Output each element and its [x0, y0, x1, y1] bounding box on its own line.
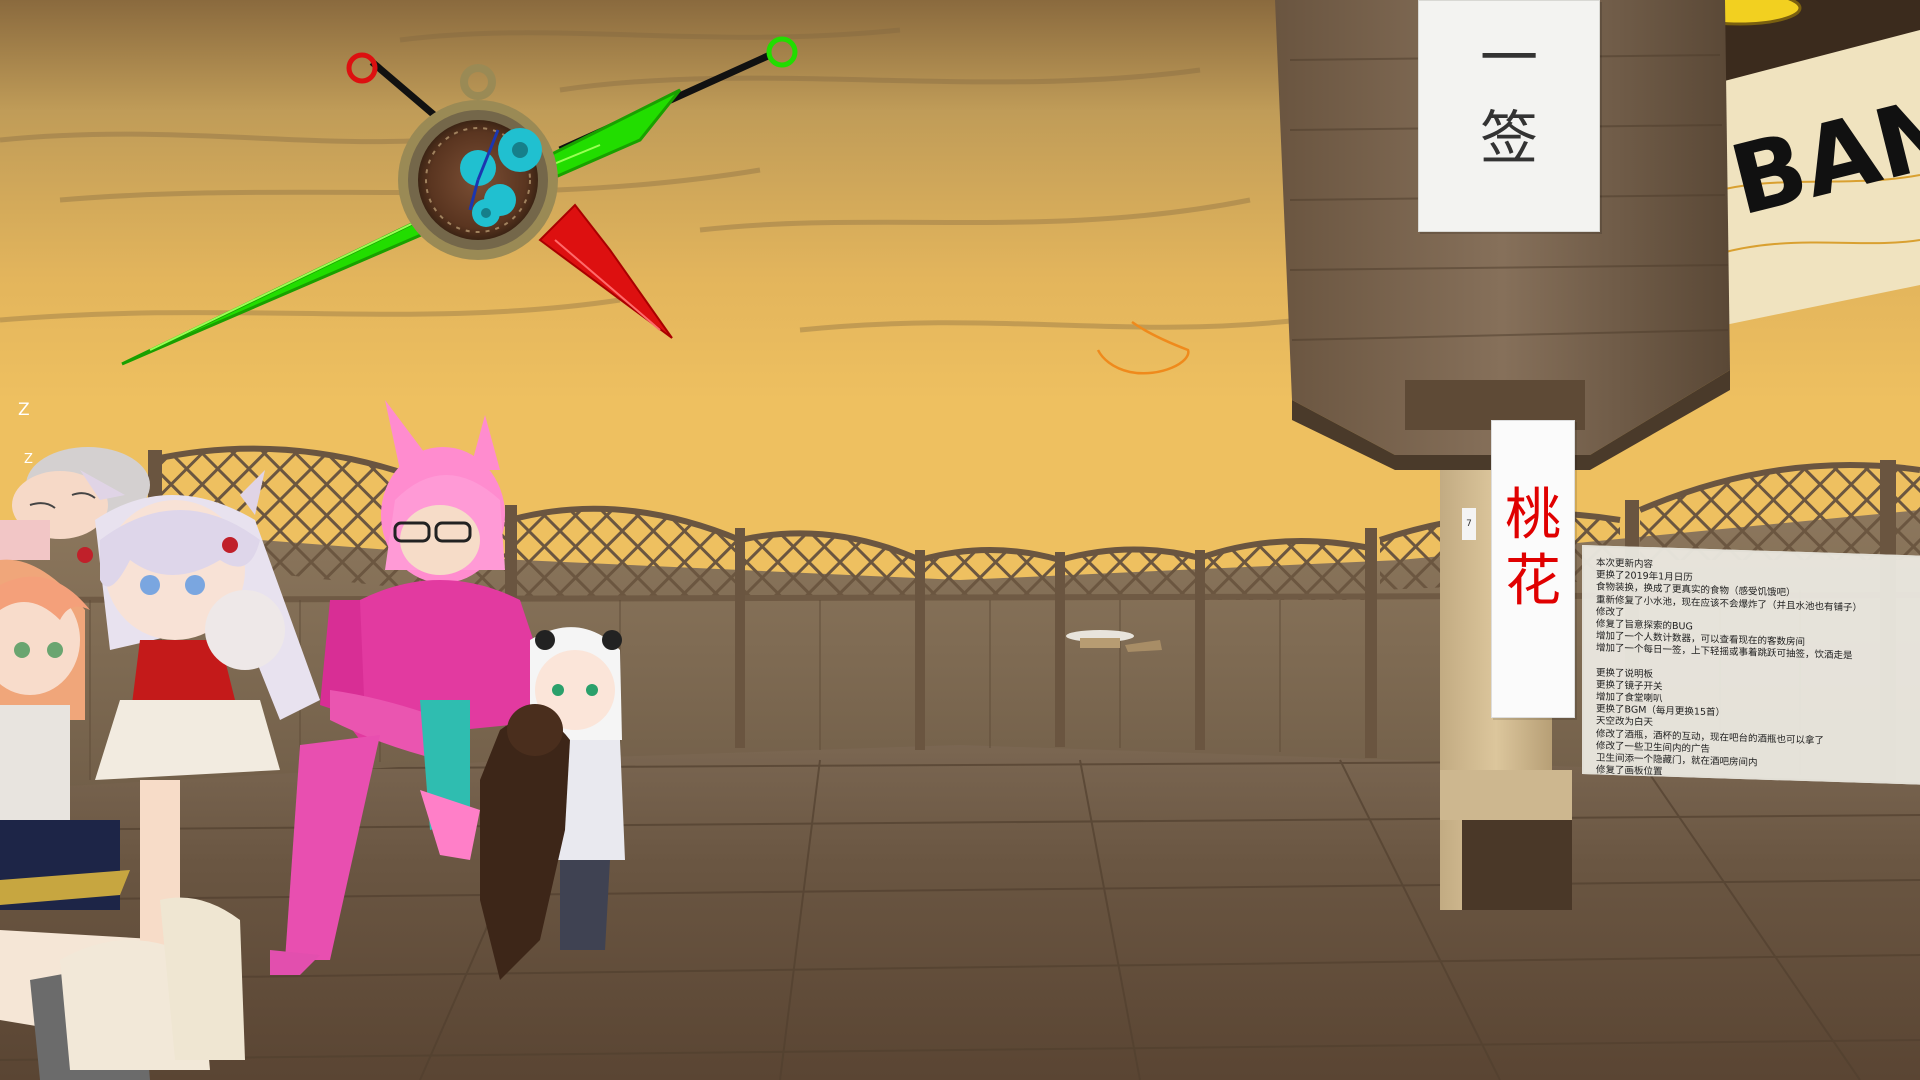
- sleep-indicator-z1: Z: [18, 400, 30, 420]
- daily-lottery-sign[interactable]: 一 签: [1418, 0, 1600, 232]
- sign-char-1: 一: [1479, 24, 1538, 92]
- sleep-indicator-z2: Z: [24, 452, 33, 467]
- update-notice-board: 本次更新内容 更换了2019年1月日历 食物装换，换成了更真实的食物（感受饥饿吧…: [1582, 545, 1920, 785]
- fortune-slip[interactable]: 桃 花: [1491, 420, 1575, 718]
- fortune-char-1: 桃: [1505, 483, 1561, 548]
- fortune-char-2: 花: [1505, 549, 1561, 614]
- pole-tag: 7: [1462, 508, 1476, 540]
- vr-scene: BAN: [0, 0, 1920, 1080]
- pole-tag-text: 7: [1466, 519, 1472, 529]
- sign-char-2: 签: [1479, 104, 1538, 172]
